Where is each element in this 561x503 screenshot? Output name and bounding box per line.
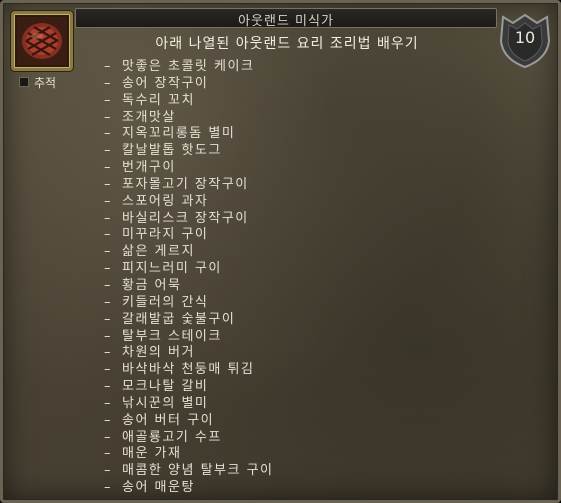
bullet-dash: – — [104, 345, 112, 361]
bullet-dash: – — [104, 109, 112, 125]
recipe-name: 낚시꾼의 별미 — [122, 395, 209, 411]
recipe-item: – 번개구이 — [104, 160, 274, 177]
bullet-dash: – — [104, 244, 112, 260]
recipe-item: – 지옥꼬리롱돔 별미 — [104, 126, 274, 143]
recipe-name: 삶은 게르지 — [122, 244, 195, 260]
recipe-item: – 갈래발굽 숯불구이 — [104, 312, 274, 329]
recipe-name: 스포어링 과자 — [122, 193, 209, 209]
recipe-name: 미꾸라지 구이 — [122, 227, 209, 243]
bullet-dash: – — [104, 126, 112, 142]
recipe-name: 칼날발톱 핫도그 — [122, 143, 222, 159]
recipe-item: – 독수리 꼬치 — [104, 93, 274, 110]
recipe-name: 황금 어묵 — [122, 277, 182, 293]
points-value: 10 — [514, 28, 536, 47]
recipe-item: – 바삭바삭 천둥매 튀김 — [104, 362, 274, 379]
recipe-name: 모크나탈 갈비 — [122, 379, 209, 395]
bullet-dash: – — [104, 463, 112, 479]
recipe-item: – 송어 장작구이 — [104, 76, 274, 93]
recipe-name: 독수리 꼬치 — [122, 92, 195, 108]
meat-icon — [17, 17, 67, 65]
recipe-item: – 키들러의 간식 — [104, 295, 274, 312]
bullet-dash: – — [104, 277, 112, 293]
recipe-item: – 포자몰고기 장작구이 — [104, 177, 274, 194]
recipe-item: – 바실리스크 장작구이 — [104, 211, 274, 228]
recipe-item: – 황금 어묵 — [104, 278, 274, 295]
recipe-item: – 탈부크 스테이크 — [104, 329, 274, 346]
recipe-name: 탈부크 스테이크 — [122, 328, 222, 344]
recipe-item: – 매콤한 양념 탈부크 구이 — [104, 463, 274, 480]
bullet-dash: – — [104, 362, 112, 378]
objective-header: 아래 나열된 아웃랜드 요리 조리법 배우기 — [155, 36, 419, 52]
recipe-item: – 송어 매운탕 — [104, 480, 274, 497]
recipe-item: – 차원의 버거 — [104, 345, 274, 362]
points-badge: 10 — [495, 11, 555, 71]
bullet-dash: – — [104, 261, 112, 277]
bullet-dash: – — [104, 75, 112, 91]
bullet-dash: – — [104, 176, 112, 192]
bullet-dash: – — [104, 395, 112, 411]
recipe-name: 매운 가재 — [122, 446, 182, 462]
bullet-dash: – — [104, 59, 112, 74]
bullet-dash: – — [104, 92, 112, 108]
recipe-list: – 맛좋은 초콜릿 케이크 – 송어 장작구이 – 독수리 꼬치 – 조개맛살 – 지옥꼬리롱돔 … — [104, 59, 274, 497]
recipe-item: – 매운 가재 — [104, 446, 274, 463]
achievement-icon-frame — [11, 11, 73, 71]
bullet-dash: – — [104, 210, 112, 226]
recipe-name: 송어 매운탕 — [122, 480, 195, 496]
recipe-item: – 미꾸라지 구이 — [104, 227, 274, 244]
recipe-name: 바실리스크 장작구이 — [122, 210, 249, 226]
recipe-name: 키들러의 간식 — [122, 294, 209, 310]
bullet-dash: – — [104, 429, 112, 445]
bullet-dash: – — [104, 227, 112, 243]
recipe-item: – 조개맛살 — [104, 110, 274, 127]
recipe-item: – 피지느러미 구이 — [104, 261, 274, 278]
recipe-name: 매콤한 양념 탈부크 구이 — [122, 463, 274, 479]
bullet-dash: – — [104, 193, 112, 209]
recipe-item: – 맛좋은 초콜릿 케이크 — [104, 59, 274, 76]
track-label[interactable]: 추적 — [34, 74, 56, 91]
window-title: 아웃랜드 미식가 — [238, 14, 334, 29]
recipe-item: – 모크나탈 갈비 — [104, 379, 274, 396]
recipe-name: 번개구이 — [122, 160, 176, 176]
recipe-name: 바삭바삭 천둥매 튀김 — [122, 362, 255, 378]
recipe-name: 송어 장작구이 — [122, 75, 209, 91]
recipe-item: – 낚시꾼의 별미 — [104, 396, 274, 413]
recipe-name: 조개맛살 — [122, 109, 176, 125]
recipe-item: – 삶은 게르지 — [104, 244, 274, 261]
recipe-item: – 스포어링 과자 — [104, 194, 274, 211]
bullet-dash: – — [104, 379, 112, 395]
recipe-item: – 애골룡고기 수프 — [104, 430, 274, 447]
bullet-dash: – — [104, 143, 112, 159]
bullet-dash: – — [104, 480, 112, 496]
recipe-name: 애골룡고기 수프 — [122, 429, 222, 445]
recipe-name: 피지느러미 구이 — [122, 261, 222, 277]
title-bar: 아웃랜드 미식가 — [75, 8, 497, 29]
bullet-dash: – — [104, 160, 112, 176]
recipe-name: 차원의 버거 — [122, 345, 195, 361]
bullet-dash: – — [104, 446, 112, 462]
recipe-name: 맛좋은 초콜릿 케이크 — [122, 59, 255, 74]
bullet-dash: – — [104, 294, 112, 310]
bullet-dash: – — [104, 412, 112, 428]
recipe-name: 포자몰고기 장작구이 — [122, 176, 249, 192]
track-checkbox[interactable] — [19, 77, 29, 87]
recipe-name: 갈래발굽 숯불구이 — [122, 311, 236, 327]
bullet-dash: – — [104, 311, 112, 327]
recipe-name: 지옥꼬리롱돔 별미 — [122, 126, 236, 142]
achievement-window: 아웃랜드 미식가 추적 10 아래 나열된 아웃랜드 요리 조리법 배우기 – … — [0, 0, 561, 503]
bullet-dash: – — [104, 328, 112, 344]
recipe-name: 송어 버터 구이 — [122, 412, 215, 428]
recipe-item: – 칼날발톱 핫도그 — [104, 143, 274, 160]
recipe-item: – 송어 버터 구이 — [104, 413, 274, 430]
